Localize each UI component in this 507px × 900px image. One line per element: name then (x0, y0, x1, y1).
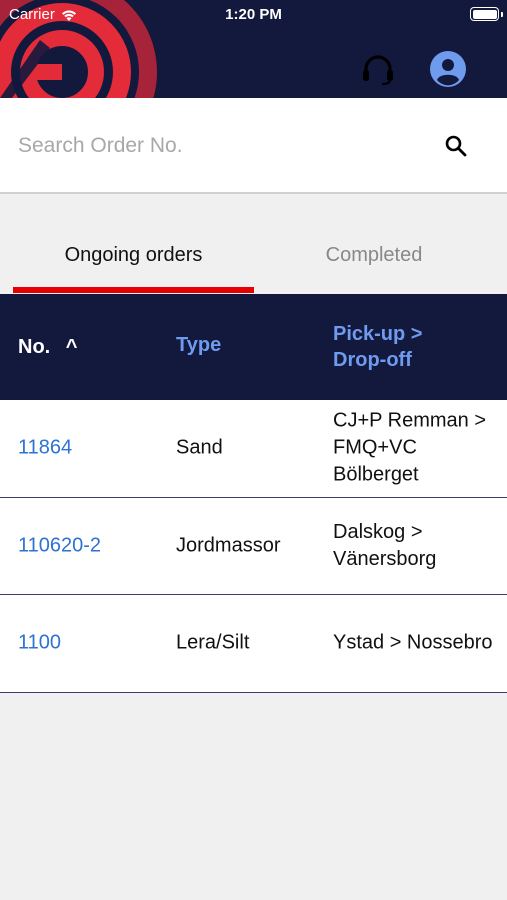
order-type: Sand (176, 436, 223, 459)
active-tab-indicator (13, 287, 254, 293)
order-type: Lera/Silt (176, 631, 250, 654)
column-header-type[interactable]: Type (176, 334, 221, 357)
sort-ascending-icon: ^ (65, 336, 78, 358)
search-bar (0, 98, 507, 194)
support-button[interactable] (358, 50, 398, 88)
app-header: Carrier 1:20 PM (0, 0, 507, 98)
search-input[interactable] (18, 126, 418, 166)
account-circle-icon (430, 51, 466, 87)
order-route: CJ+P Remman > FMQ+VC Bölberget (333, 409, 487, 486)
order-route: Dalskog > Vänersborg (333, 520, 437, 570)
column-header-no[interactable]: No. ^ (18, 336, 77, 359)
search-icon (445, 135, 467, 157)
order-type: Jordmassor (176, 534, 281, 557)
tab-completed[interactable]: Completed (254, 244, 494, 267)
order-tabs: Ongoing orders Completed (0, 196, 507, 294)
battery-icon (470, 7, 499, 21)
order-number-link[interactable]: 1100 (18, 632, 61, 655)
column-header-route-line1: Pick-up > (333, 323, 423, 345)
order-route: Ystad > Nossebro (333, 631, 493, 654)
battery-tip (501, 12, 503, 17)
clock: 1:20 PM (225, 6, 282, 23)
column-header-no-label: No. (18, 336, 51, 358)
orders-table-body: 11864 Sand CJ+P Remman > FMQ+VC Bölberge… (0, 400, 507, 693)
table-row[interactable]: 1100 Lera/Silt Ystad > Nossebro (0, 595, 507, 693)
tab-ongoing-orders[interactable]: Ongoing orders (13, 244, 254, 267)
order-number-link[interactable]: 110620-2 (18, 534, 101, 557)
order-number-link[interactable]: 11864 (18, 437, 72, 460)
table-row[interactable]: 110620-2 Jordmassor Dalskog > Vänersborg (0, 497, 507, 595)
orders-table-header: No. ^ Type Pick-up > Drop-off (0, 294, 507, 400)
column-header-route[interactable]: Pick-up > Drop-off (333, 321, 493, 373)
table-row[interactable]: 11864 Sand CJ+P Remman > FMQ+VC Bölberge… (0, 400, 507, 498)
search-button[interactable] (436, 126, 476, 166)
profile-button[interactable] (429, 50, 467, 88)
headset-icon (363, 55, 393, 86)
status-bar: Carrier 1:20 PM (0, 0, 507, 30)
column-header-route-line2: Drop-off (333, 349, 412, 371)
